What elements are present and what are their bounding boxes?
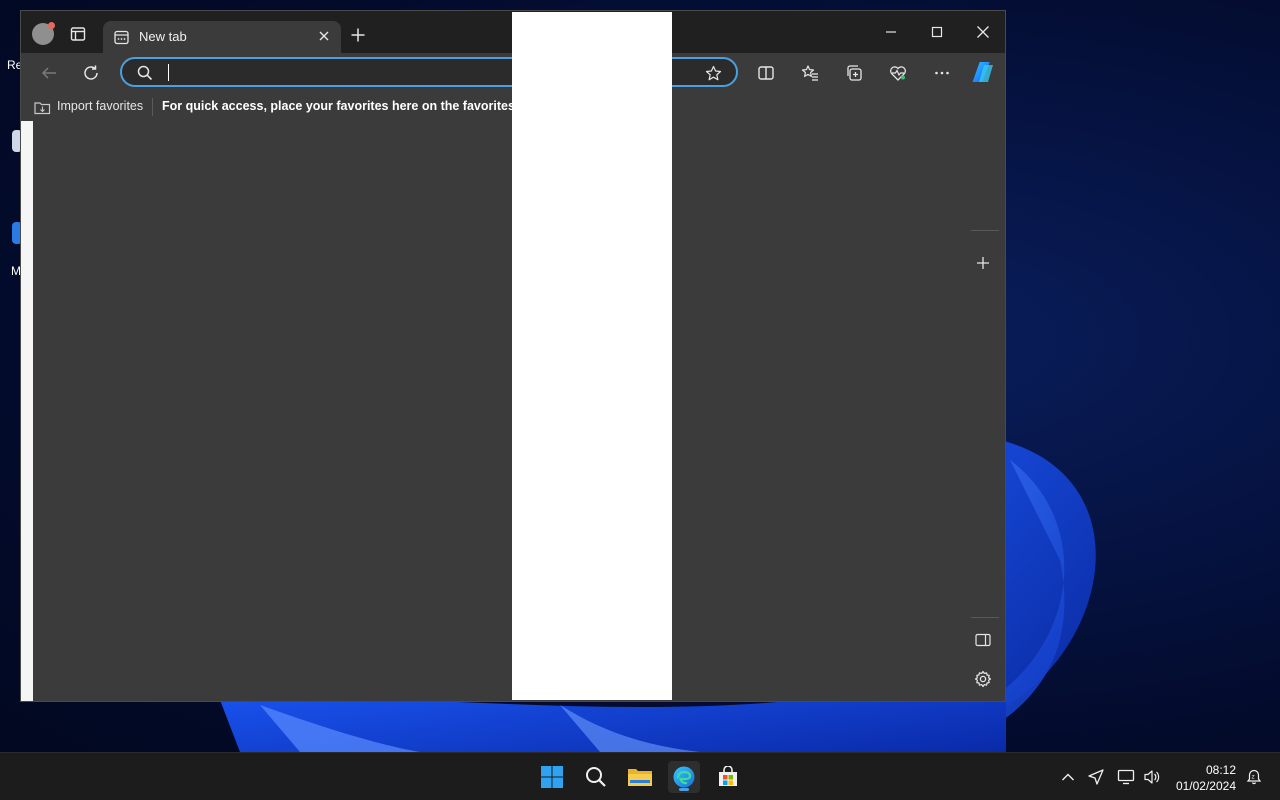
split-screen-icon[interactable]: [754, 61, 778, 85]
sidebar-divider-top: [971, 230, 999, 231]
new-tab-plus-icon[interactable]: [349, 26, 367, 44]
new-tab-page-icon: [114, 30, 129, 50]
settings-gear-icon[interactable]: [974, 670, 992, 688]
maximize-icon[interactable]: [914, 17, 960, 47]
tab-new-tab[interactable]: New tab: [103, 21, 341, 53]
refresh-icon[interactable]: [79, 61, 103, 85]
more-icon[interactable]: [930, 61, 954, 85]
tab-title: New tab: [139, 29, 187, 44]
text-caret: [168, 64, 169, 81]
system-clock[interactable]: 08:12 01/02/2024: [1176, 762, 1236, 794]
taskbar: 08:12 01/02/2024 z: [0, 752, 1280, 800]
start-button[interactable]: [536, 761, 568, 793]
blank-overlay-panel: [512, 12, 672, 700]
favorites-bar-message-text: For quick access, place your favorites h…: [162, 99, 541, 113]
microsoft-store-icon[interactable]: [712, 761, 744, 793]
profile-avatar[interactable]: [32, 22, 55, 45]
clock-time: 08:12: [1205, 763, 1236, 777]
favorites-bar-message: For quick access, place your favorites h…: [162, 99, 555, 113]
search-icon: [136, 64, 154, 82]
notifications-bell-icon[interactable]: z: [1244, 767, 1264, 787]
close-tab-icon[interactable]: [317, 29, 331, 48]
tab-actions-icon[interactable]: [69, 25, 87, 43]
volume-icon[interactable]: [1142, 767, 1162, 787]
svg-text:z: z: [1252, 774, 1255, 781]
taskbar-edge-icon[interactable]: [668, 761, 700, 793]
location-icon[interactable]: [1086, 767, 1106, 787]
show-hidden-icons-chevron-icon[interactable]: [1058, 767, 1078, 787]
import-favorites-link[interactable]: Import favorites: [57, 99, 143, 113]
favorite-star-icon[interactable]: [704, 64, 722, 82]
favorites-divider: [152, 98, 153, 116]
file-explorer-icon[interactable]: [624, 761, 656, 793]
sidebar-add-icon[interactable]: [974, 254, 992, 272]
network-icon[interactable]: [1116, 767, 1136, 787]
clock-date: 01/02/2024: [1175, 779, 1236, 793]
windows-logo-icon: [541, 766, 563, 788]
minimize-icon[interactable]: [868, 17, 914, 47]
hide-sidebar-icon[interactable]: [974, 631, 992, 649]
browser-essentials-icon[interactable]: [886, 61, 910, 85]
copilot-icon[interactable]: [970, 58, 998, 86]
back-icon[interactable]: [37, 61, 61, 85]
favorites-icon[interactable]: [798, 61, 822, 85]
profile-badge-icon: [48, 22, 55, 29]
active-app-indicator: [679, 788, 689, 791]
taskbar-search-icon[interactable]: [580, 761, 612, 793]
sidebar-divider-bottom: [971, 617, 999, 618]
close-window-icon[interactable]: [960, 17, 1005, 47]
collections-icon[interactable]: [842, 61, 866, 85]
import-favorites-icon[interactable]: [33, 98, 51, 116]
